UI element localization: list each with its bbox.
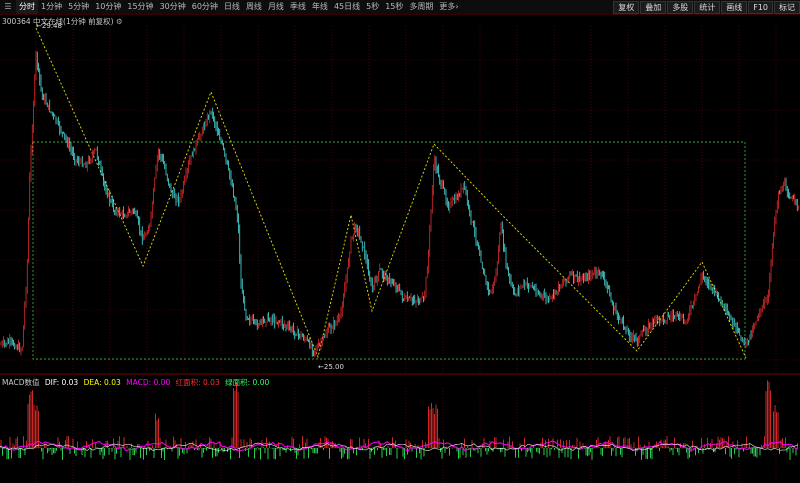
macd-dea: DEA: 0.03 [83, 378, 121, 387]
macd-value: MACD: 0.00 [126, 378, 171, 387]
macd-green-area: 绿面积: 0.00 [225, 378, 270, 387]
low-price-label: ←25.00 [318, 363, 344, 371]
range-rectangle [32, 141, 746, 360]
macd-grid [0, 388, 800, 483]
low-price-value: 25.00 [323, 363, 344, 371]
high-price-label: ←29.48 [36, 22, 62, 30]
high-price-value: 29.48 [41, 22, 62, 30]
macd-readout: MACD数值 DIF: 0.03 DEA: 0.03 MACD: 0.00 红面… [2, 377, 272, 388]
range-box [32, 141, 746, 360]
macd-title[interactable]: MACD数值 [2, 378, 39, 387]
price-candles [0, 50, 799, 358]
chart-grid [0, 26, 800, 375]
price-chart[interactable] [0, 0, 800, 483]
zigzag-polyline [35, 27, 747, 359]
macd-red-area: 红面积: 0.03 [175, 378, 220, 387]
macd-dif: DIF: 0.03 [44, 378, 79, 387]
zigzag-line [35, 27, 747, 359]
